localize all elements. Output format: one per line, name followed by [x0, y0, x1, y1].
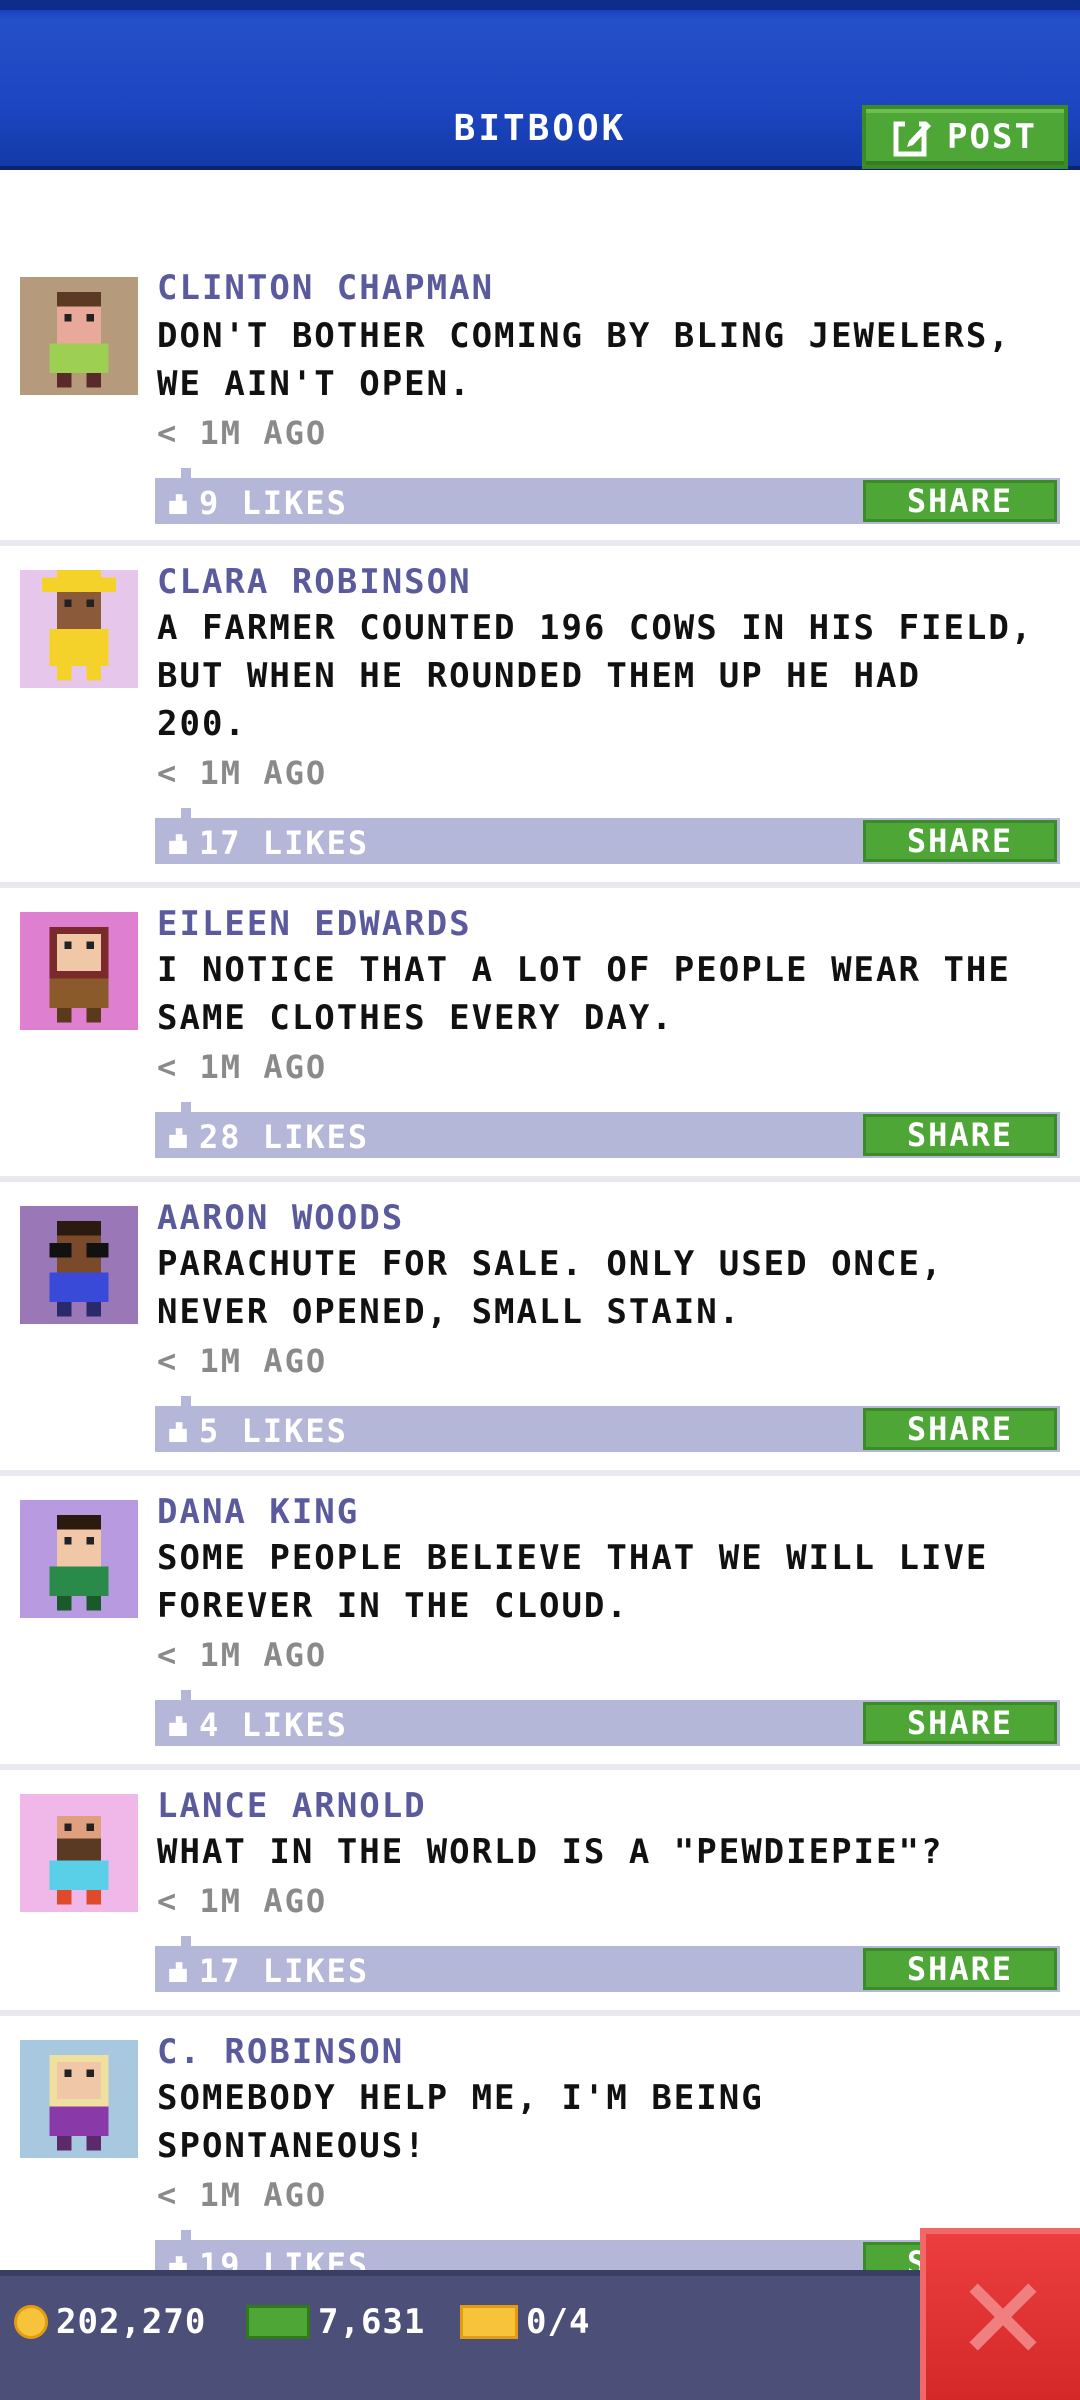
- share-button[interactable]: SHARE: [863, 1948, 1057, 1990]
- like-button[interactable]: 17 LIKES: [167, 1952, 369, 1990]
- likes-bar: 17 LIKES SHARE: [155, 808, 1060, 864]
- likes-count: 17 LIKES: [199, 824, 370, 862]
- bux-value: 7,631: [318, 2302, 426, 2342]
- post-author[interactable]: CLARA ROBINSON: [157, 562, 472, 602]
- avatar[interactable]: [20, 912, 138, 1030]
- post-author[interactable]: LANCE ARNOLD: [157, 1786, 427, 1826]
- post-text: WHAT IN THE WORLD IS A "PEWDIEPIE"?: [157, 1832, 944, 1872]
- like-button[interactable]: 17 LIKES: [167, 824, 369, 862]
- post-text: PARACHUTE FOR SALE. ONLY USED ONCE, NEVER…: [157, 1244, 944, 1332]
- status-bar: 202,270 7,631 0/4: [0, 2270, 1080, 2400]
- post-button[interactable]: POST: [862, 105, 1068, 169]
- share-button[interactable]: SHARE: [863, 820, 1057, 862]
- post-author[interactable]: CLINTON CHAPMAN: [157, 268, 494, 308]
- post-text: I NOTICE THAT A LOT OF PEOPLE WEAR THE SA…: [157, 950, 1011, 1038]
- likes-bar: 17 LIKES SHARE: [155, 1936, 1060, 1992]
- share-button[interactable]: SHARE: [863, 1702, 1057, 1744]
- post-author[interactable]: C. ROBINSON: [157, 2032, 404, 2072]
- like-button[interactable]: 4 LIKES: [167, 1706, 348, 1744]
- post-timestamp: < 1M AGO: [157, 754, 328, 792]
- feed-post: AARON WOODS PARACHUTE FOR SALE. ONLY USE…: [0, 1182, 1080, 1476]
- post-text: SOMEBODY HELP ME, I'M BEING SPONTANEOUS!: [157, 2078, 764, 2166]
- share-button[interactable]: SHARE: [863, 480, 1057, 522]
- likes-count: 28 LIKES: [199, 1118, 370, 1156]
- post-text: DON'T BOTHER COMING BY BLING JEWELERS, WE…: [157, 316, 1011, 404]
- post-timestamp: < 1M AGO: [157, 414, 328, 452]
- thumbs-up-icon: [169, 494, 187, 514]
- post-author[interactable]: AARON WOODS: [157, 1198, 404, 1238]
- share-button[interactable]: SHARE: [863, 1114, 1057, 1156]
- feed-post: EILEEN EDWARDS I NOTICE THAT A LOT OF PE…: [0, 888, 1080, 1182]
- post-timestamp: < 1M AGO: [157, 2176, 328, 2214]
- like-button[interactable]: 19 LIKES: [167, 2246, 369, 2270]
- cash-icon: [246, 2305, 310, 2339]
- close-button[interactable]: [920, 2228, 1080, 2400]
- like-button[interactable]: 9 LIKES: [167, 484, 348, 522]
- avatar[interactable]: [20, 570, 138, 688]
- tickets-value: 0/4: [526, 2302, 591, 2342]
- coin-icon: [14, 2305, 48, 2339]
- thumbs-up-icon: [169, 1128, 187, 1148]
- share-button[interactable]: SHARE: [863, 1408, 1057, 1450]
- bux-counter[interactable]: 7,631: [246, 2302, 425, 2342]
- likes-count: 5 LIKES: [199, 1412, 348, 1450]
- post-author[interactable]: EILEEN EDWARDS: [157, 904, 472, 944]
- post-timestamp: < 1M AGO: [157, 1048, 328, 1086]
- app-header: BITBOOK POST: [0, 0, 1080, 170]
- likes-count: 9 LIKES: [199, 484, 348, 522]
- coins-counter: 202,270: [14, 2302, 206, 2342]
- avatar[interactable]: [20, 1500, 138, 1618]
- post-timestamp: < 1M AGO: [157, 1636, 328, 1674]
- tickets-counter[interactable]: 0/4: [460, 2302, 590, 2342]
- thumbs-up-icon: [169, 1422, 187, 1442]
- close-icon: [969, 2283, 1037, 2351]
- ticket-icon: [460, 2305, 518, 2339]
- likes-count: 17 LIKES: [199, 1952, 370, 1990]
- post-timestamp: < 1M AGO: [157, 1882, 328, 1920]
- post-text: SOME PEOPLE BELIEVE THAT WE WILL LIVE FOR…: [157, 1538, 989, 1626]
- post-button-label: POST: [947, 117, 1037, 157]
- like-button[interactable]: 5 LIKES: [167, 1412, 348, 1450]
- thumbs-up-icon: [169, 1716, 187, 1736]
- likes-bar: 5 LIKES SHARE: [155, 1396, 1060, 1452]
- feed-post: CLARA ROBINSON A FARMER COUNTED 196 COWS…: [0, 546, 1080, 888]
- coins-value: 202,270: [56, 2302, 207, 2342]
- thumbs-up-icon: [169, 2256, 187, 2270]
- avatar[interactable]: [20, 1794, 138, 1912]
- thumbs-up-icon: [169, 1962, 187, 1982]
- post-author[interactable]: DANA KING: [157, 1492, 359, 1532]
- edit-icon: [893, 120, 932, 157]
- like-button[interactable]: 28 LIKES: [167, 1118, 369, 1156]
- likes-bar: 9 LIKES SHARE: [155, 468, 1060, 524]
- feed-post: LANCE ARNOLD WHAT IN THE WORLD IS A "PEW…: [0, 1770, 1080, 2016]
- post-text: A FARMER COUNTED 196 COWS IN HIS FIELD, B…: [157, 608, 1034, 744]
- feed-post: DANA KING SOME PEOPLE BELIEVE THAT WE WI…: [0, 1476, 1080, 1770]
- feed-list[interactable]: CLINTON CHAPMAN DON'T BOTHER COMING BY B…: [0, 170, 1080, 2270]
- avatar[interactable]: [20, 2040, 138, 2158]
- thumbs-up-icon: [169, 834, 187, 854]
- post-timestamp: < 1M AGO: [157, 1342, 328, 1380]
- likes-bar: 4 LIKES SHARE: [155, 1690, 1060, 1746]
- likes-bar: 28 LIKES SHARE: [155, 1102, 1060, 1158]
- likes-count: 19 LIKES: [199, 2246, 370, 2270]
- likes-count: 4 LIKES: [199, 1706, 348, 1744]
- avatar[interactable]: [20, 1206, 138, 1324]
- avatar[interactable]: [20, 277, 138, 395]
- feed-post: CLINTON CHAPMAN DON'T BOTHER COMING BY B…: [0, 170, 1080, 546]
- feed-post: C. ROBINSON SOMEBODY HELP ME, I'M BEING S…: [0, 2016, 1080, 2270]
